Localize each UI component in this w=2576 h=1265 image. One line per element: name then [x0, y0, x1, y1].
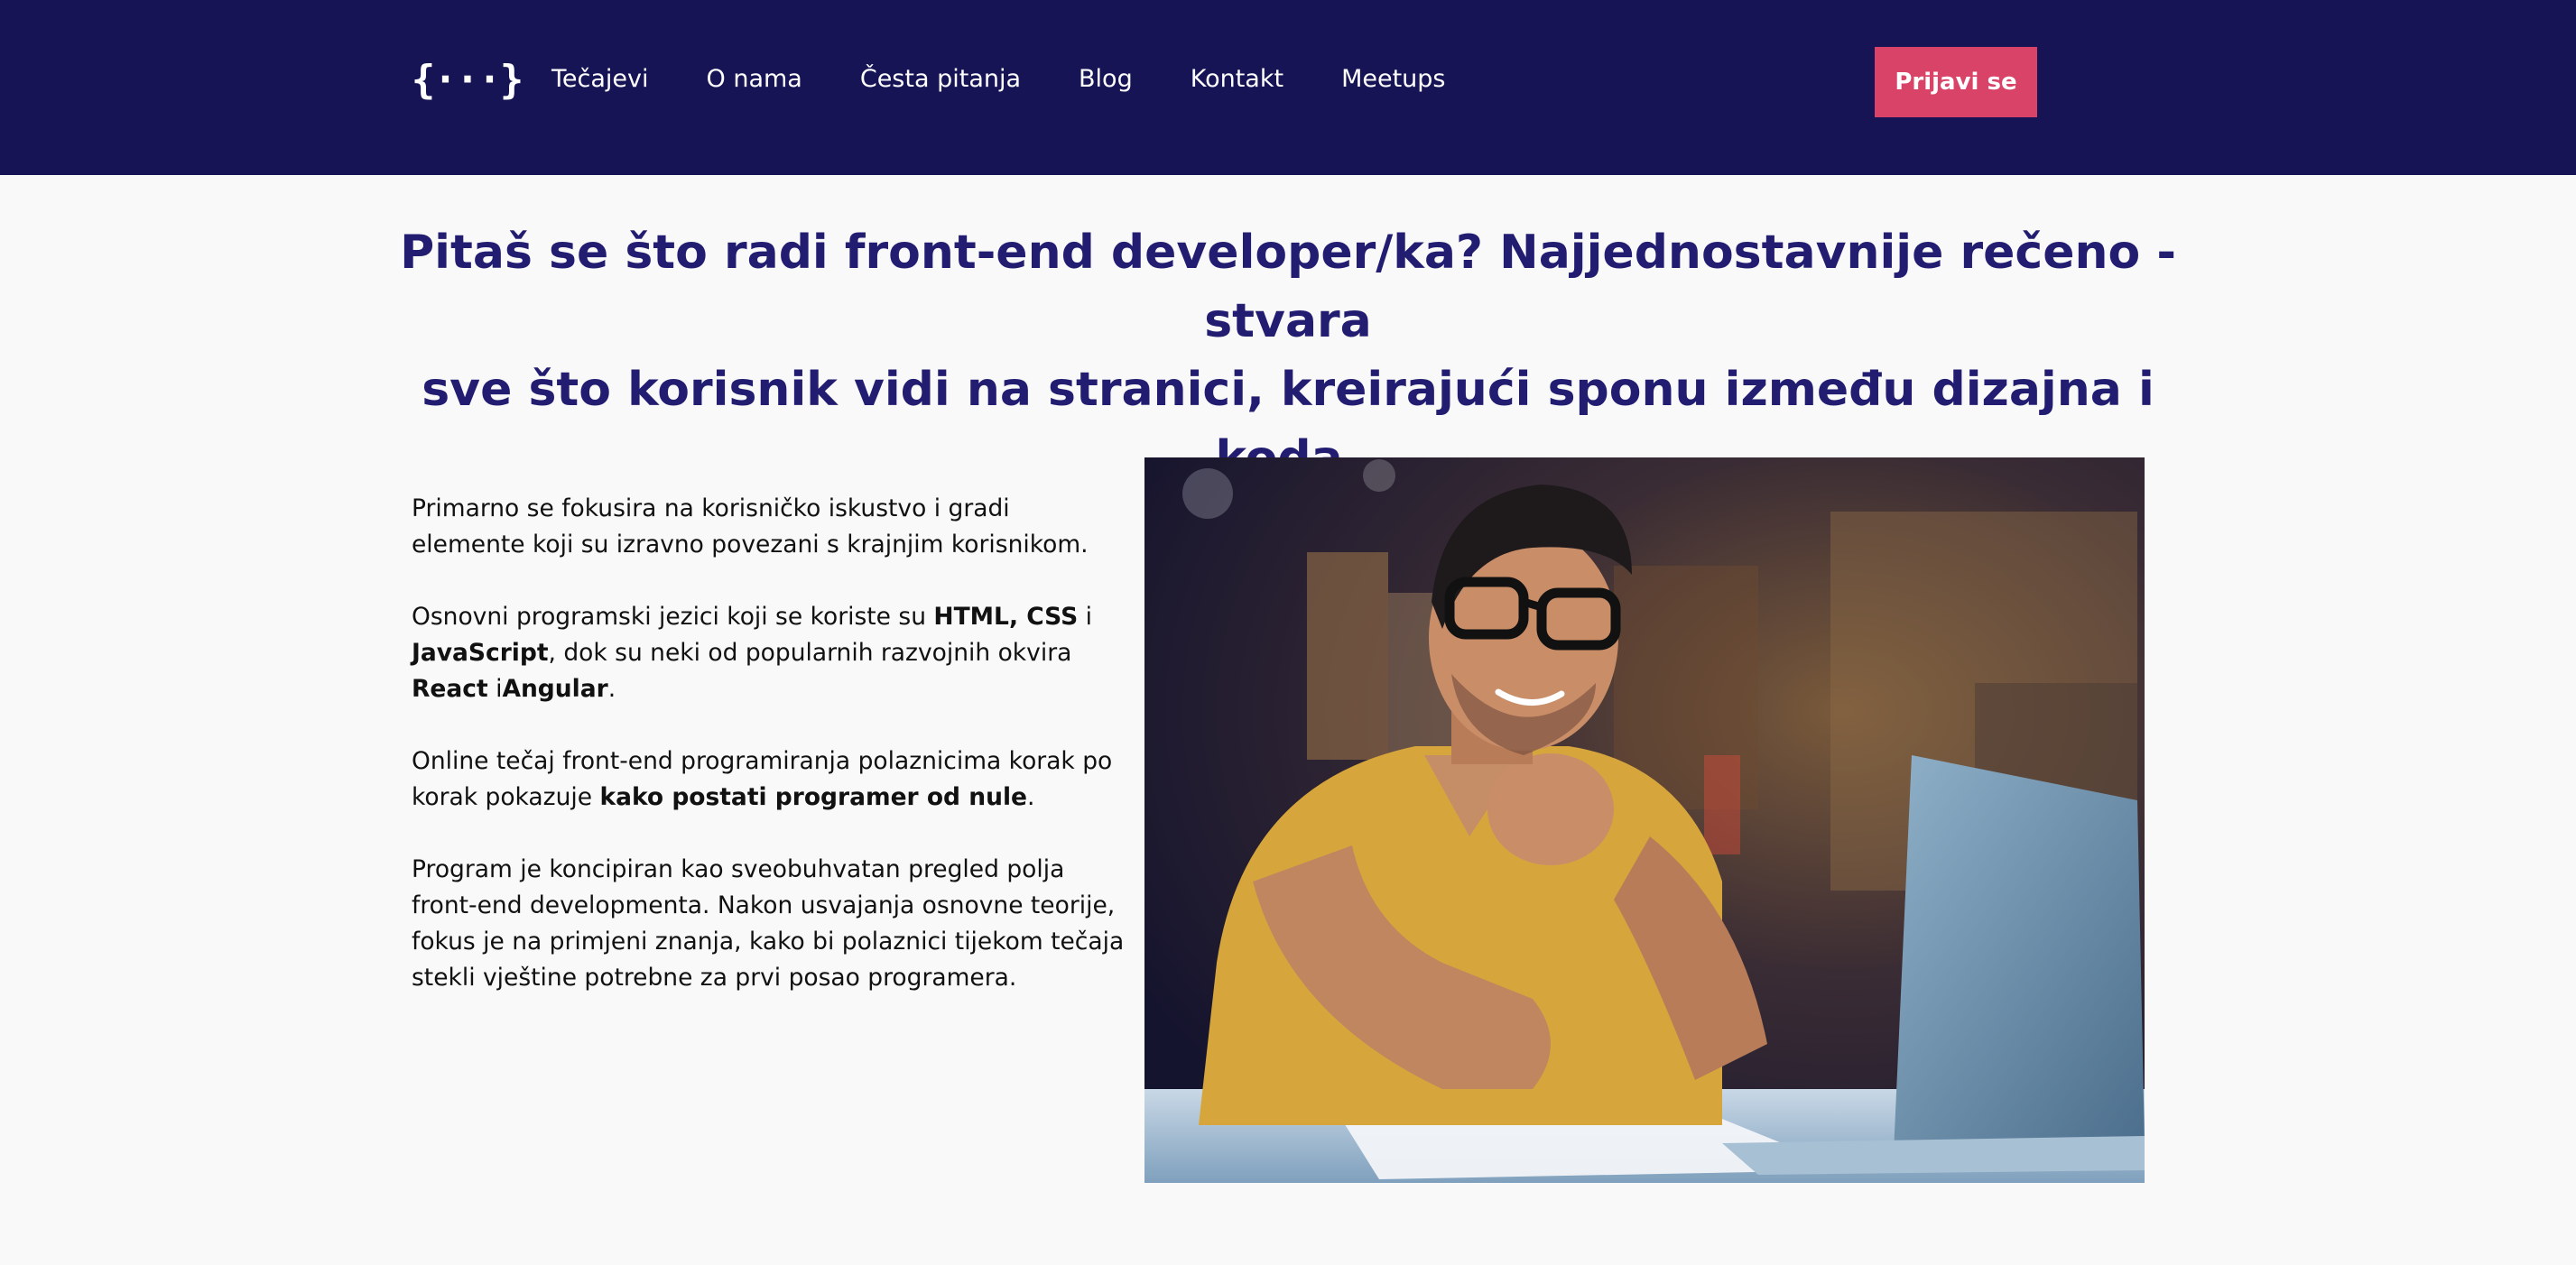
nav-item-meetups[interactable]: Meetups: [1341, 65, 1445, 93]
text: i: [1078, 603, 1092, 631]
text: i: [487, 675, 503, 703]
keyword-javascript: JavaScript: [412, 639, 549, 667]
text: Osnovni programski jezici koji se korist…: [412, 603, 934, 631]
keyword-css: CSS: [1026, 603, 1079, 631]
text: .: [607, 675, 616, 703]
page-headline: Pitaš se što radi front-end developer/ka…: [361, 218, 2215, 493]
developer-photo: [1144, 457, 2145, 1183]
nav-item-kontakt[interactable]: Kontakt: [1191, 65, 1283, 93]
text: , dok su neki od popularnih razvojnih ok…: [548, 639, 1072, 667]
text: ,: [1008, 603, 1027, 631]
text: .: [1027, 783, 1035, 811]
keyword-angular: Angular: [502, 675, 608, 703]
nav-item-o-nama[interactable]: O nama: [707, 65, 802, 93]
developer-illustration: [1144, 457, 2145, 1183]
logo-icon[interactable]: {···}: [412, 54, 524, 105]
paragraph-languages: Osnovni programski jezici koji se korist…: [412, 599, 1125, 707]
login-button[interactable]: Prijavi se: [1875, 47, 2037, 117]
keyword-html: HTML: [933, 603, 1009, 631]
headline-line-1: Pitaš se što radi front-end developer/ka…: [400, 226, 2176, 348]
paragraph-program: Program je koncipiran kao sveobuhvatan p…: [412, 855, 1125, 992]
main-nav: Tečajevi O nama Česta pitanja Blog Konta…: [551, 60, 1504, 97]
nav-item-blog[interactable]: Blog: [1079, 65, 1133, 93]
keyword-from-zero: kako postati programer od nule: [599, 783, 1028, 811]
nav-item-tecajevi[interactable]: Tečajevi: [551, 65, 649, 93]
nav-item-cesta-pitanja[interactable]: Česta pitanja: [860, 65, 1021, 93]
intro-text: Primarno se fokusira na korisničko iskus…: [412, 491, 1125, 1032]
keyword-react: React: [412, 675, 488, 703]
paragraph-focus: Primarno se fokusira na korisničko iskus…: [412, 494, 1089, 559]
site-header: {···} Tečajevi O nama Česta pitanja Blog…: [0, 0, 2576, 175]
paragraph-course: Online tečaj front-end programiranja pol…: [412, 743, 1125, 816]
